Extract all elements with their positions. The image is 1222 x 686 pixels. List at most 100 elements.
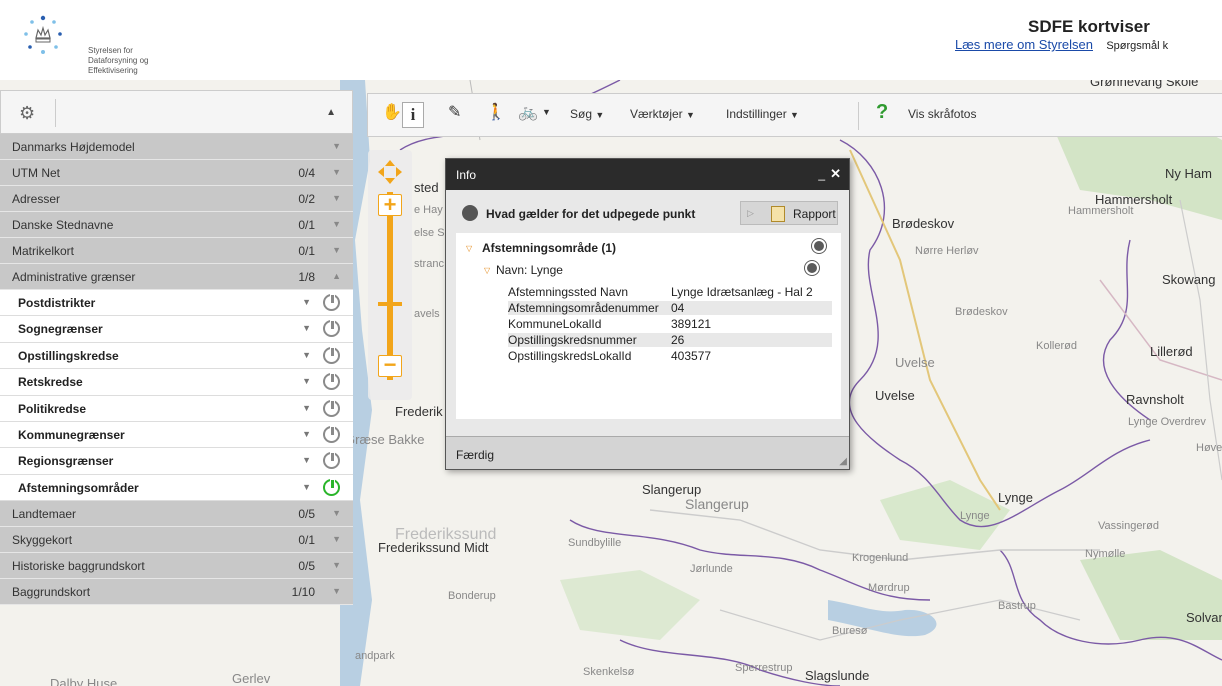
settings-menu[interactable]: Indstillinger ▼ [726,107,799,131]
layer-power-toggle-icon[interactable] [323,346,340,364]
layer-row[interactable]: Adresser 0/2 ▼ [0,186,353,212]
layer-power-toggle-icon[interactable] [323,373,340,391]
layer-row[interactable]: Kommunegrænser ▼ [0,421,353,449]
chevron-down-icon[interactable]: ▼ [332,141,341,151]
layer-row[interactable]: Historiske baggrundskort 0/5 ▼ [0,553,353,580]
chevron-down-icon[interactable]: ▼ [332,167,341,177]
layer-row[interactable]: Afstemningsområder ▼ [0,474,353,502]
attribute-row: Afstemningssted Navn Lynge Idrætsanlæg - … [508,285,832,299]
map-label: Jørlunde [690,563,733,575]
pan-hand-icon[interactable]: ✋ [382,102,402,126]
bike-icon[interactable]: 🚲 [518,102,538,126]
minimize-icon[interactable]: _ [818,167,825,181]
chevron-down-icon[interactable]: ▼ [542,107,551,131]
layer-row[interactable]: Postdistrikter ▼ [0,290,353,317]
chevron-down-icon[interactable]: ▼ [332,560,341,570]
layer-power-toggle-icon[interactable] [323,320,340,338]
zoom-control: + − [368,150,412,400]
walk-person-icon[interactable]: 🚶 [486,102,506,126]
chevron-down-icon[interactable]: ▼ [332,586,341,596]
map-label: Nymølle [1085,548,1126,560]
help-link[interactable]: Spørgsmål k [1106,40,1168,52]
layer-name: Afstemningsområder [18,480,139,495]
layer-row[interactable]: Retskredse ▼ [0,369,353,396]
layer-name: Administrative grænser [12,270,136,284]
chevron-down-icon[interactable]: ▼ [302,429,311,439]
report-button[interactable]: ▷ Rapport [740,201,838,225]
layer-power-toggle-icon[interactable] [323,425,340,443]
layer-count: 0/5 [298,559,315,574]
layer-row[interactable]: Matrikelkort 0/1 ▼ [0,238,353,264]
map-label: Slangerup [685,496,749,512]
chevron-down-icon[interactable]: ▼ [302,376,311,386]
read-more-link[interactable]: Læs mere om Styrelsen [955,37,1093,52]
collapse-panel-icon[interactable]: ▲ [326,107,336,118]
chevron-up-icon[interactable]: ▲ [332,271,341,281]
chevron-down-icon[interactable]: ▼ [332,534,341,544]
layer-count: 0/2 [298,192,315,206]
pan-arrows-icon[interactable] [376,158,404,186]
chevron-down-icon[interactable]: ▼ [302,350,311,360]
layer-power-toggle-icon[interactable] [323,294,340,311]
layer-name: Regionsgrænser [18,454,114,469]
globe-icon[interactable] [812,239,826,253]
layer-panel-header: ⚙ ▲ [0,90,353,134]
layer-row[interactable]: Baggrundskort 1/10 ▼ [0,579,353,606]
zoom-out-button[interactable]: − [378,354,402,377]
map-label: Vassingerød [1098,520,1159,532]
layer-row[interactable]: Sognegrænser ▼ [0,316,353,343]
chevron-down-icon[interactable]: ▼ [302,455,311,465]
result-subtitle: Navn: Lynge [496,263,563,277]
layer-name: Retskredse [18,375,83,390]
info-dialog-titlebar[interactable]: Info _ ✕ [446,159,849,190]
resize-handle-icon[interactable]: ◢ [839,456,847,467]
layer-power-toggle-icon[interactable] [323,452,340,470]
globe-icon [462,205,478,221]
zoom-slider-handle[interactable] [378,302,402,306]
chevron-down-icon[interactable]: ▼ [332,508,341,518]
expand-triangle-icon[interactable]: ▽ [484,266,490,275]
chevron-down-icon[interactable]: ▼ [302,323,311,333]
layer-row[interactable]: Administrative grænser 1/8 ▲ [0,264,353,290]
close-icon[interactable]: ✕ [830,166,841,182]
done-button[interactable]: Færdig [456,448,494,462]
layer-row[interactable]: Landtemaer 0/5 ▼ [0,501,353,528]
info-tool-icon[interactable]: i [402,102,424,128]
layer-row[interactable]: Regionsgrænser ▼ [0,448,353,475]
layer-name: Skyggekort [12,533,73,548]
help-question-icon[interactable]: ? [876,101,888,125]
search-menu[interactable]: Søg ▼ [570,107,604,131]
layer-name: Danske Stednavne [12,218,114,232]
measure-pencil-icon[interactable]: ✎ [448,102,461,126]
attribute-value: 26 [671,333,685,347]
zoom-in-button[interactable]: + [378,194,402,216]
agency-logo[interactable]: Styrelsen for Dataforsyning og Effektivi… [18,12,158,75]
settings-gear-icon[interactable]: ⚙ [19,103,35,124]
chevron-down-icon[interactable]: ▼ [302,482,311,492]
oblique-photos-button[interactable]: Vis skråfotos [908,107,976,131]
map-label: Græse Bakke [345,432,425,447]
layer-power-toggle-icon[interactable] [323,478,340,496]
layer-row[interactable]: Opstillingskredse ▼ [0,342,353,370]
map-label: Ravnsholt [1126,392,1184,407]
chevron-down-icon[interactable]: ▼ [332,245,341,255]
attribute-key: Afstemningssted Navn [508,285,629,299]
chevron-down-icon[interactable]: ▼ [332,193,341,203]
layer-row[interactable]: Politikredse ▼ [0,395,353,422]
globe-icon[interactable] [805,261,819,275]
layer-row[interactable]: Skyggekort 0/1 ▼ [0,527,353,554]
chevron-down-icon[interactable]: ▼ [332,219,341,229]
expand-triangle-icon[interactable]: ▽ [466,244,472,253]
chevron-down-icon: ▼ [790,110,799,120]
map-label: Brødeskov [955,306,1008,318]
map-label: Bonderup [448,590,496,602]
map-label: Mørdrup [868,582,910,594]
chevron-down-icon[interactable]: ▼ [302,403,311,413]
chevron-down-icon[interactable]: ▼ [302,297,311,307]
map-label: stranc [414,258,444,270]
layer-row[interactable]: Danske Stednavne 0/1 ▼ [0,212,353,238]
layer-row[interactable]: UTM Net 0/4 ▼ [0,160,353,186]
layer-power-toggle-icon[interactable] [323,399,340,417]
tools-menu[interactable]: Værktøjer ▼ [630,107,695,131]
layer-row[interactable]: Danmarks Højdemodel ▼ [0,134,353,160]
